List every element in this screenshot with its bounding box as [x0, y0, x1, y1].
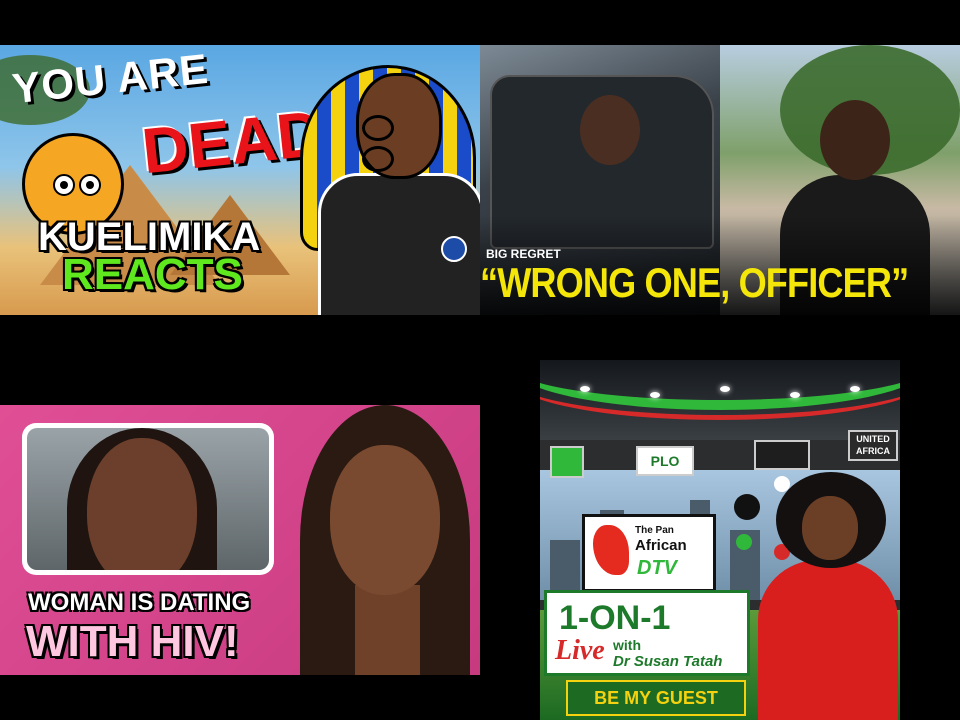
thumbnail-title-line2: DEAD — [138, 96, 327, 188]
glasses-icon — [362, 115, 432, 172]
eye-icon — [79, 174, 101, 196]
show-title: 1-ON-1 — [559, 599, 671, 637]
woman-photo — [820, 100, 890, 180]
show-title-card: 1-ON-1 Live with Dr Susan Tatah — [544, 590, 750, 676]
africa-map-icon — [593, 525, 629, 575]
leaf-logo-icon — [550, 446, 584, 478]
inset-video-still — [27, 428, 269, 570]
thumbnail-headline: “WRONG ONE, OFFICER” — [480, 259, 909, 306]
pan-african-dtv-logo: The Pan African DTV — [582, 514, 716, 592]
be-my-guest-banner: BE MY GUEST — [566, 680, 746, 716]
thumbnail-title-line2: WITH HIV! — [26, 617, 239, 666]
driver-photo — [580, 95, 640, 165]
host-name: Dr Susan Tatah — [613, 653, 723, 670]
video-thumbnail-kuelimika[interactable]: YOU ARE DEAD KUELIMIKA REACTS — [0, 45, 480, 315]
united-africa-logo: UNITED AFRICA — [848, 430, 898, 461]
host-portrait — [802, 496, 858, 560]
thumbnail-title-line1: WOMAN IS DATING — [28, 589, 251, 616]
live-label: Live — [555, 635, 605, 666]
with-label: with — [613, 637, 641, 653]
video-thumbnail-pan-african-dtv[interactable]: PLO UNITED AFRICA The Pan African DTV 1-… — [540, 360, 900, 720]
host-dress — [758, 560, 898, 720]
host-portrait — [330, 445, 440, 595]
host-caricature — [318, 73, 480, 315]
emblem-logo-icon — [754, 440, 810, 470]
plo-logo: PLO — [636, 446, 694, 476]
brand-sublabel: REACTS — [62, 250, 243, 299]
studio-ceiling — [540, 360, 900, 440]
video-thumbnail-dating-hiv[interactable]: WOMAN IS DATING WITH HIV! — [0, 405, 480, 675]
badge-icon — [441, 236, 467, 262]
eye-icon — [53, 174, 75, 196]
video-thumbnail-wrong-one-officer[interactable]: BIG REGRET “WRONG ONE, OFFICER” — [480, 45, 960, 315]
